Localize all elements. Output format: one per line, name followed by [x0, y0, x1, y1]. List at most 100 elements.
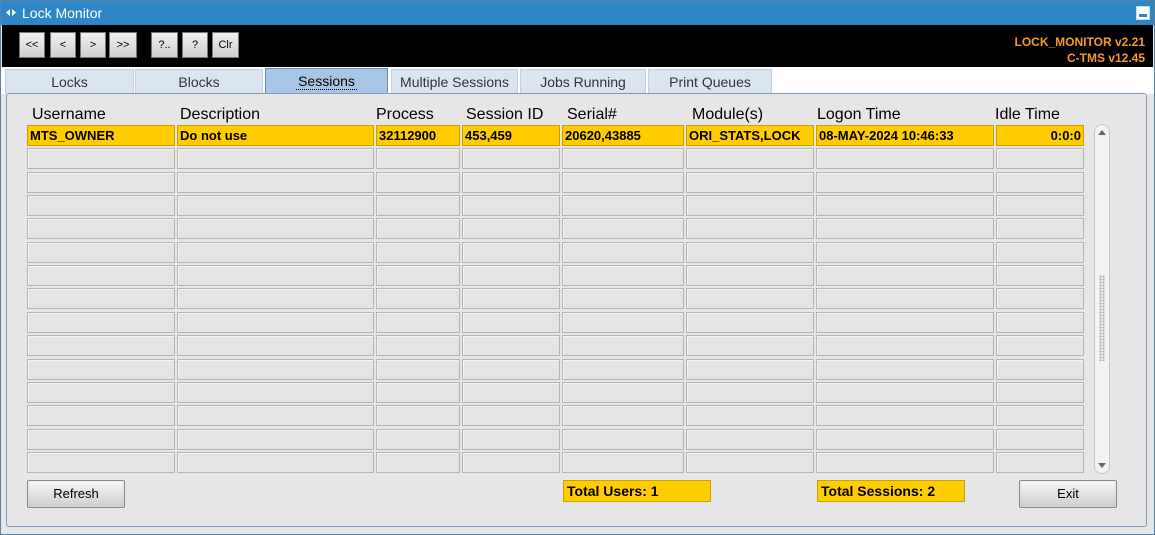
cell-logon-time[interactable] [816, 382, 994, 403]
cell-logon-time[interactable] [816, 242, 994, 263]
scroll-down-arrow-icon[interactable] [1098, 463, 1106, 468]
scroll-up-arrow-icon[interactable] [1098, 130, 1106, 135]
cell-idle-time[interactable] [996, 288, 1084, 309]
cell-process[interactable] [376, 148, 460, 169]
clear-button[interactable]: Clr [212, 32, 239, 58]
cell-session-id[interactable] [462, 265, 560, 286]
cell-description[interactable] [177, 265, 374, 286]
cell-session-id[interactable] [462, 405, 560, 426]
cell-modules[interactable] [686, 242, 814, 263]
cell-logon-time[interactable] [816, 429, 994, 450]
cell-idle-time[interactable] [996, 452, 1084, 473]
cell-logon-time[interactable] [816, 288, 994, 309]
cell-process[interactable] [376, 359, 460, 380]
cell-serial[interactable] [562, 452, 684, 473]
cell-serial[interactable] [562, 242, 684, 263]
cell-serial[interactable] [562, 195, 684, 216]
cell-idle-time[interactable] [996, 359, 1084, 380]
tab-multiple-sessions[interactable]: Multiple Sessions [391, 69, 518, 94]
cell-idle-time[interactable] [996, 429, 1084, 450]
cell-process[interactable] [376, 265, 460, 286]
cell-modules[interactable]: ORI_STATS,LOCK [686, 125, 814, 146]
cell-modules[interactable] [686, 172, 814, 193]
cell-logon-time[interactable] [816, 172, 994, 193]
cell-logon-time[interactable] [816, 265, 994, 286]
cell-idle-time[interactable] [996, 335, 1084, 356]
cell-serial[interactable] [562, 312, 684, 333]
last-record-button[interactable]: >> [109, 32, 137, 58]
cell-process[interactable] [376, 429, 460, 450]
cell-logon-time[interactable] [816, 452, 994, 473]
cell-process[interactable] [376, 452, 460, 473]
cell-modules[interactable] [686, 195, 814, 216]
cell-description[interactable] [177, 148, 374, 169]
cell-description[interactable] [177, 405, 374, 426]
cell-username[interactable] [27, 288, 175, 309]
cell-session-id[interactable] [462, 218, 560, 239]
first-record-button[interactable]: << [19, 32, 45, 58]
cell-idle-time[interactable] [996, 265, 1084, 286]
cell-modules[interactable] [686, 312, 814, 333]
cell-serial[interactable] [562, 218, 684, 239]
scroll-grip-icon[interactable] [1099, 275, 1105, 361]
cell-session-id[interactable] [462, 242, 560, 263]
cell-username[interactable] [27, 172, 175, 193]
cell-idle-time[interactable] [996, 242, 1084, 263]
cell-process[interactable] [376, 335, 460, 356]
tab-sessions[interactable]: Sessions [265, 68, 388, 94]
cell-process[interactable] [376, 382, 460, 403]
cell-logon-time[interactable] [816, 335, 994, 356]
cell-username[interactable] [27, 429, 175, 450]
cell-process[interactable] [376, 312, 460, 333]
tab-print-queues[interactable]: Print Queues [648, 69, 772, 94]
cell-username[interactable] [27, 148, 175, 169]
cell-session-id[interactable] [462, 148, 560, 169]
cell-process[interactable] [376, 288, 460, 309]
tab-locks[interactable]: Locks [5, 69, 134, 94]
cell-serial[interactable] [562, 288, 684, 309]
cell-description[interactable] [177, 429, 374, 450]
cell-process[interactable] [376, 405, 460, 426]
next-record-button[interactable]: > [80, 32, 106, 58]
cell-serial[interactable] [562, 335, 684, 356]
exit-button[interactable]: Exit [1019, 480, 1117, 508]
cell-description[interactable] [177, 242, 374, 263]
cell-idle-time[interactable] [996, 218, 1084, 239]
cell-description[interactable]: Do not use [177, 125, 374, 146]
cell-modules[interactable] [686, 148, 814, 169]
cell-modules[interactable] [686, 359, 814, 380]
cell-description[interactable] [177, 312, 374, 333]
refresh-button[interactable]: Refresh [27, 480, 125, 508]
cell-modules[interactable] [686, 218, 814, 239]
cell-description[interactable] [177, 288, 374, 309]
cell-modules[interactable] [686, 382, 814, 403]
cell-serial[interactable] [562, 382, 684, 403]
cell-serial[interactable] [562, 429, 684, 450]
cell-username[interactable] [27, 382, 175, 403]
cell-username[interactable] [27, 335, 175, 356]
cell-username[interactable] [27, 312, 175, 333]
cell-description[interactable] [177, 452, 374, 473]
cell-description[interactable] [177, 172, 374, 193]
cell-serial[interactable] [562, 359, 684, 380]
cell-serial[interactable]: 20620,43885 [562, 125, 684, 146]
cell-session-id[interactable] [462, 288, 560, 309]
cell-session-id[interactable] [462, 429, 560, 450]
help-button[interactable]: ? [182, 32, 208, 58]
cell-process[interactable] [376, 172, 460, 193]
cell-serial[interactable] [562, 172, 684, 193]
cell-session-id[interactable] [462, 382, 560, 403]
cell-logon-time[interactable] [816, 359, 994, 380]
cell-process[interactable] [376, 242, 460, 263]
cell-username[interactable] [27, 359, 175, 380]
cell-session-id[interactable] [462, 312, 560, 333]
vertical-scrollbar[interactable] [1094, 124, 1110, 474]
cell-session-id[interactable] [462, 195, 560, 216]
cell-description[interactable] [177, 359, 374, 380]
cell-logon-time[interactable] [816, 218, 994, 239]
cell-idle-time[interactable] [996, 172, 1084, 193]
cell-idle-time[interactable] [996, 312, 1084, 333]
cell-modules[interactable] [686, 288, 814, 309]
cell-username[interactable]: MTS_OWNER [27, 125, 175, 146]
cell-username[interactable] [27, 242, 175, 263]
